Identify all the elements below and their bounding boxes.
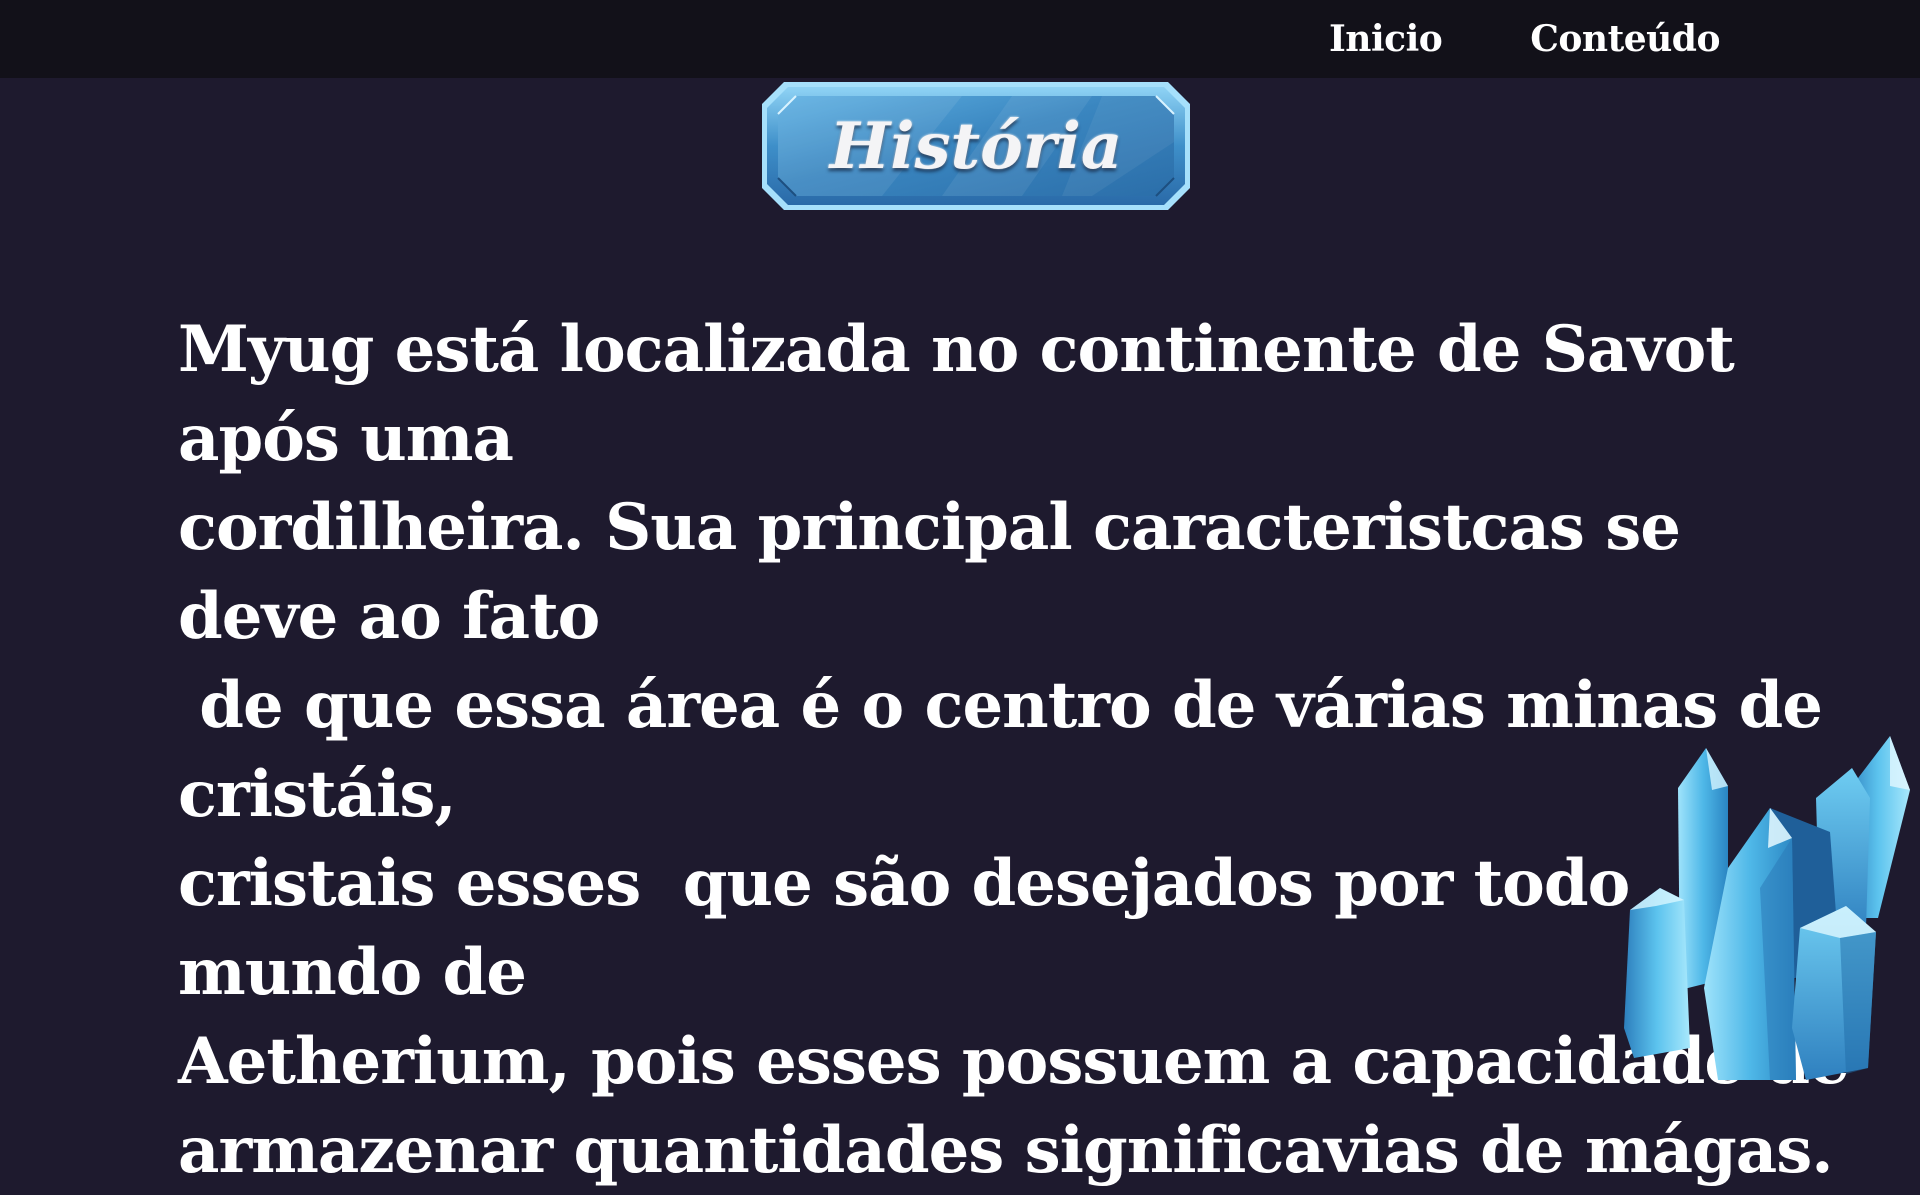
nav-link-conteudo[interactable]: Conteúdo [1530, 18, 1720, 60]
story-line: Aetherium, pois esses possuem a capacida… [178, 1024, 1850, 1099]
page-title-banner: História [762, 82, 1190, 210]
main-nav: Inicio Conteúdo [1329, 0, 1721, 78]
story-line: cordilheira. Sua principal caracteristca… [178, 490, 1702, 654]
story-line: Myug está localizada no continente de Sa… [178, 312, 1756, 476]
story-line: cristais esses que são desejados por tod… [178, 846, 1651, 1010]
page-title: História [829, 108, 1123, 184]
crystal-cluster-icon [1620, 728, 1920, 1080]
story-line: de que essa área é o centro de várias mi… [178, 668, 1844, 832]
story-paragraph: Myug está localizada no continente de Sa… [178, 305, 1858, 1195]
story-line: armazenar quantidades significavias de m… [178, 1113, 1834, 1188]
nav-link-inicio[interactable]: Inicio [1329, 18, 1443, 60]
top-navigation-bar: Inicio Conteúdo [0, 0, 1920, 78]
